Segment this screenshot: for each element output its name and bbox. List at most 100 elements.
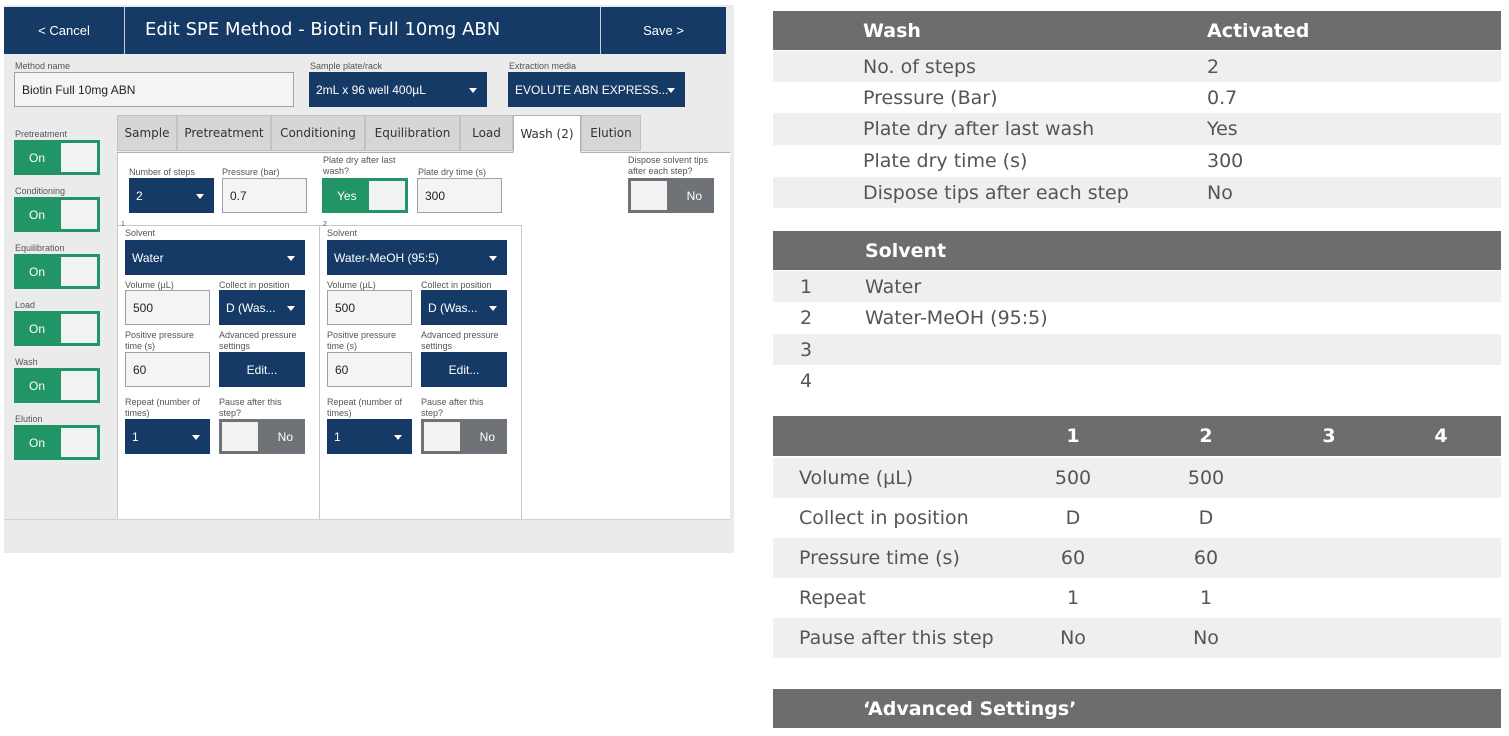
cell-step-2: D bbox=[1198, 507, 1214, 529]
sidebar-label-wash: Wash bbox=[15, 357, 38, 367]
toggle-knob bbox=[61, 143, 97, 172]
collect-dropdown-2[interactable]: D (Was... bbox=[421, 290, 507, 325]
method-name-label: Method name bbox=[15, 61, 71, 71]
tab-pretreatment[interactable]: Pretreatment bbox=[177, 115, 271, 151]
chevron-down-icon bbox=[469, 87, 477, 93]
chevron-down-icon bbox=[287, 255, 295, 261]
sidebar-label-equilibration: Equilibration bbox=[15, 243, 65, 253]
advanced-edit-button-2[interactable]: Edit... bbox=[421, 352, 507, 387]
toggle-knob bbox=[61, 371, 97, 400]
solvent-dropdown-1[interactable]: Water bbox=[125, 240, 305, 275]
wash-header-label: Wash bbox=[863, 19, 921, 42]
number-of-steps-dropdown[interactable]: 2 bbox=[129, 178, 214, 213]
plate-dry-time-input[interactable]: 300 bbox=[417, 178, 502, 213]
advanced-pressure-label: Advanced pressure settings bbox=[219, 330, 297, 351]
toggle-state-label: No bbox=[686, 188, 702, 203]
row-index: 4 bbox=[800, 370, 813, 392]
positive-pressure-time-input-1[interactable]: 60 bbox=[125, 352, 210, 387]
cell-step-1: D bbox=[1065, 507, 1081, 529]
tab-conditioning[interactable]: Conditioning bbox=[271, 115, 365, 151]
toggle-state-label: On bbox=[29, 435, 46, 450]
toggle-state-label: No bbox=[277, 429, 293, 444]
row-value: 300 bbox=[1207, 150, 1244, 172]
solvent-dropdown-2[interactable]: Water-MeOH (95:5) bbox=[327, 240, 507, 275]
tab-equilibration[interactable]: Equilibration bbox=[365, 115, 460, 151]
row-index: 1 bbox=[800, 275, 813, 298]
toggle-knob bbox=[222, 422, 258, 451]
dispose-tips-label: Dispose solvent tips after each step? bbox=[628, 155, 709, 176]
tab-load[interactable]: Load bbox=[460, 115, 513, 151]
equilibration-toggle[interactable]: On bbox=[14, 254, 100, 289]
plate-dry-time-label: Plate dry time (s) bbox=[418, 167, 487, 177]
toggle-state-label: On bbox=[29, 264, 46, 279]
sample-plate-dropdown[interactable]: 2mL x 96 well 400µL bbox=[309, 72, 487, 107]
solvent-header-label: Solvent bbox=[865, 239, 947, 262]
number-of-steps-value: 2 bbox=[136, 188, 143, 203]
row-value: Water bbox=[865, 275, 922, 298]
row-label: Pressure time (s) bbox=[799, 547, 960, 569]
pressure-label: Pressure (bar) bbox=[222, 167, 280, 177]
pause-toggle-1[interactable]: No bbox=[219, 419, 305, 454]
repeat-dropdown-2[interactable]: 1 bbox=[327, 419, 412, 454]
advanced-edit-button-1[interactable]: Edit... bbox=[219, 352, 305, 387]
tab-elution[interactable]: Elution bbox=[581, 115, 641, 151]
step-col-2: 2 bbox=[1199, 425, 1213, 447]
table-row: 3 bbox=[773, 334, 1501, 365]
conditioning-toggle[interactable]: On bbox=[14, 197, 100, 232]
table-row: Pause after this step No No bbox=[773, 618, 1501, 658]
volume-input-1[interactable]: 500 bbox=[125, 290, 210, 325]
extraction-media-label: Extraction media bbox=[509, 61, 577, 71]
toggle-knob bbox=[61, 314, 97, 343]
cell-step-2: 500 bbox=[1187, 467, 1225, 489]
table-row: Repeat 1 1 bbox=[773, 578, 1501, 618]
save-button[interactable]: Save > bbox=[600, 7, 726, 54]
toggle-state-label: On bbox=[29, 150, 46, 165]
table-row: Plate dry after last wash Yes bbox=[773, 113, 1501, 145]
advanced-pressure-label: Advanced pressure settings bbox=[421, 330, 499, 351]
row-value: Yes bbox=[1207, 118, 1238, 140]
chevron-down-icon bbox=[667, 87, 675, 93]
repeat-dropdown-1[interactable]: 1 bbox=[125, 419, 210, 454]
sample-plate-label: Sample plate/rack bbox=[310, 61, 383, 71]
collect-dropdown-1[interactable]: D (Was... bbox=[219, 290, 305, 325]
positive-pressure-time-input-2[interactable]: 60 bbox=[327, 352, 412, 387]
sidebar-label-pretreatment: Pretreatment bbox=[15, 129, 68, 139]
toggle-knob bbox=[61, 200, 97, 229]
tab-sample[interactable]: Sample bbox=[117, 115, 177, 151]
row-label: Repeat bbox=[799, 587, 866, 609]
row-index: 2 bbox=[800, 307, 813, 329]
table-row: 4 bbox=[773, 365, 1501, 397]
tab-wash[interactable]: Wash (2) bbox=[513, 115, 581, 153]
page-title: Edit SPE Method - Biotin Full 10mg ABN bbox=[145, 19, 501, 40]
elution-toggle[interactable]: On bbox=[14, 425, 100, 460]
cancel-button[interactable]: < Cancel bbox=[4, 7, 124, 54]
toggle-knob bbox=[369, 181, 405, 210]
step-col-3: 3 bbox=[1322, 425, 1336, 447]
pressure-input[interactable]: 0.7 bbox=[222, 178, 307, 213]
table-row: 2 Water-MeOH (95:5) bbox=[773, 302, 1501, 334]
chevron-down-icon bbox=[287, 305, 295, 311]
pretreatment-toggle[interactable]: On bbox=[14, 140, 100, 175]
volume-input-2[interactable]: 500 bbox=[327, 290, 412, 325]
chevron-down-icon bbox=[192, 434, 200, 440]
pause-label: Pause after this step? bbox=[421, 397, 484, 418]
pause-toggle-2[interactable]: No bbox=[421, 419, 507, 454]
cell-step-1: 500 bbox=[1054, 467, 1092, 489]
extraction-media-dropdown[interactable]: EVOLUTE ABN EXPRESS... bbox=[508, 72, 685, 107]
load-toggle[interactable]: On bbox=[14, 311, 100, 346]
chevron-down-icon bbox=[489, 305, 497, 311]
method-name-input[interactable]: Biotin Full 10mg ABN bbox=[14, 72, 294, 107]
panel-divider bbox=[117, 153, 118, 520]
repeat-label: Repeat (number of times) bbox=[125, 397, 201, 418]
row-label: Dispose tips after each step bbox=[863, 181, 1129, 204]
wash-toggle[interactable]: On bbox=[14, 368, 100, 403]
dispose-tips-toggle[interactable]: No bbox=[628, 178, 714, 213]
step-col-1: 1 bbox=[1066, 425, 1080, 447]
bottom-bar bbox=[4, 519, 730, 553]
step-divider bbox=[521, 225, 522, 520]
plate-dry-toggle[interactable]: Yes bbox=[322, 178, 408, 213]
collect-value: D (Was... bbox=[428, 300, 478, 315]
row-index: 3 bbox=[800, 338, 813, 361]
chevron-down-icon bbox=[196, 193, 204, 199]
advanced-settings-label: ‘Advanced Settings’ bbox=[863, 697, 1077, 720]
